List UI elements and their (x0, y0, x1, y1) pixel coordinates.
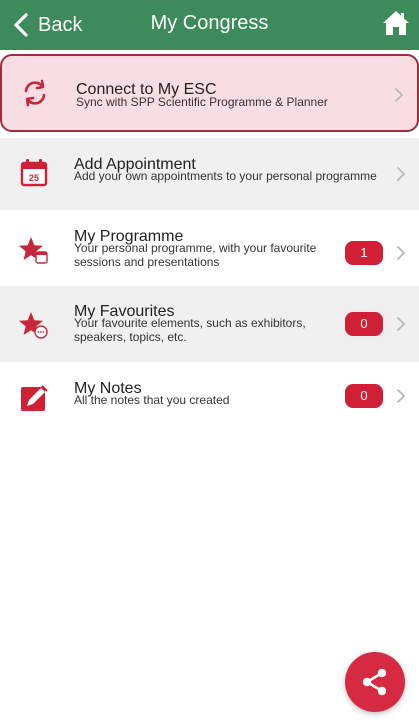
count-badge: 0 (345, 384, 383, 408)
calendar-day: 25 (29, 173, 39, 183)
star-calendar-icon (19, 237, 48, 264)
chevron-right-icon (397, 246, 405, 260)
item-subtitle: Sync with SPP Scientific Programme & Pla… (76, 95, 328, 109)
chevron-right-icon (397, 317, 405, 331)
count-badge: 0 (345, 312, 383, 336)
chevron-right-icon (395, 88, 403, 102)
calendar-icon: 25 (20, 159, 48, 187)
my-notes-item[interactable]: My Notes All the notes that you created … (0, 362, 419, 428)
my-favourites-item[interactable]: My Favourites Your favourite elements, s… (0, 286, 419, 362)
home-icon[interactable] (381, 8, 411, 38)
count-badge: 1 (345, 241, 383, 265)
connect-my-esc-item[interactable]: Connect to My ESC Sync with SPP Scientif… (0, 54, 419, 132)
navigation-bar: Back My Congress (0, 0, 419, 50)
item-subtitle: Add your own appointments to your person… (74, 169, 377, 183)
sync-icon (24, 79, 46, 107)
add-appointment-item[interactable]: 25 Add Appointment Add your own appointm… (0, 138, 419, 210)
chevron-right-icon (397, 389, 405, 403)
my-programme-item[interactable]: My Programme Your personal programme, wi… (0, 210, 419, 286)
star-chat-icon (19, 312, 48, 339)
note-pencil-icon (21, 385, 48, 411)
share-icon (362, 668, 387, 696)
item-subtitle: Your favourite elements, such as exhibit… (74, 316, 306, 344)
item-subtitle: Your personal programme, with your favou… (74, 241, 317, 269)
share-button[interactable] (345, 652, 405, 712)
chevron-right-icon (397, 167, 405, 181)
item-subtitle: All the notes that you created (74, 393, 230, 407)
page-title: My Congress (150, 12, 269, 34)
